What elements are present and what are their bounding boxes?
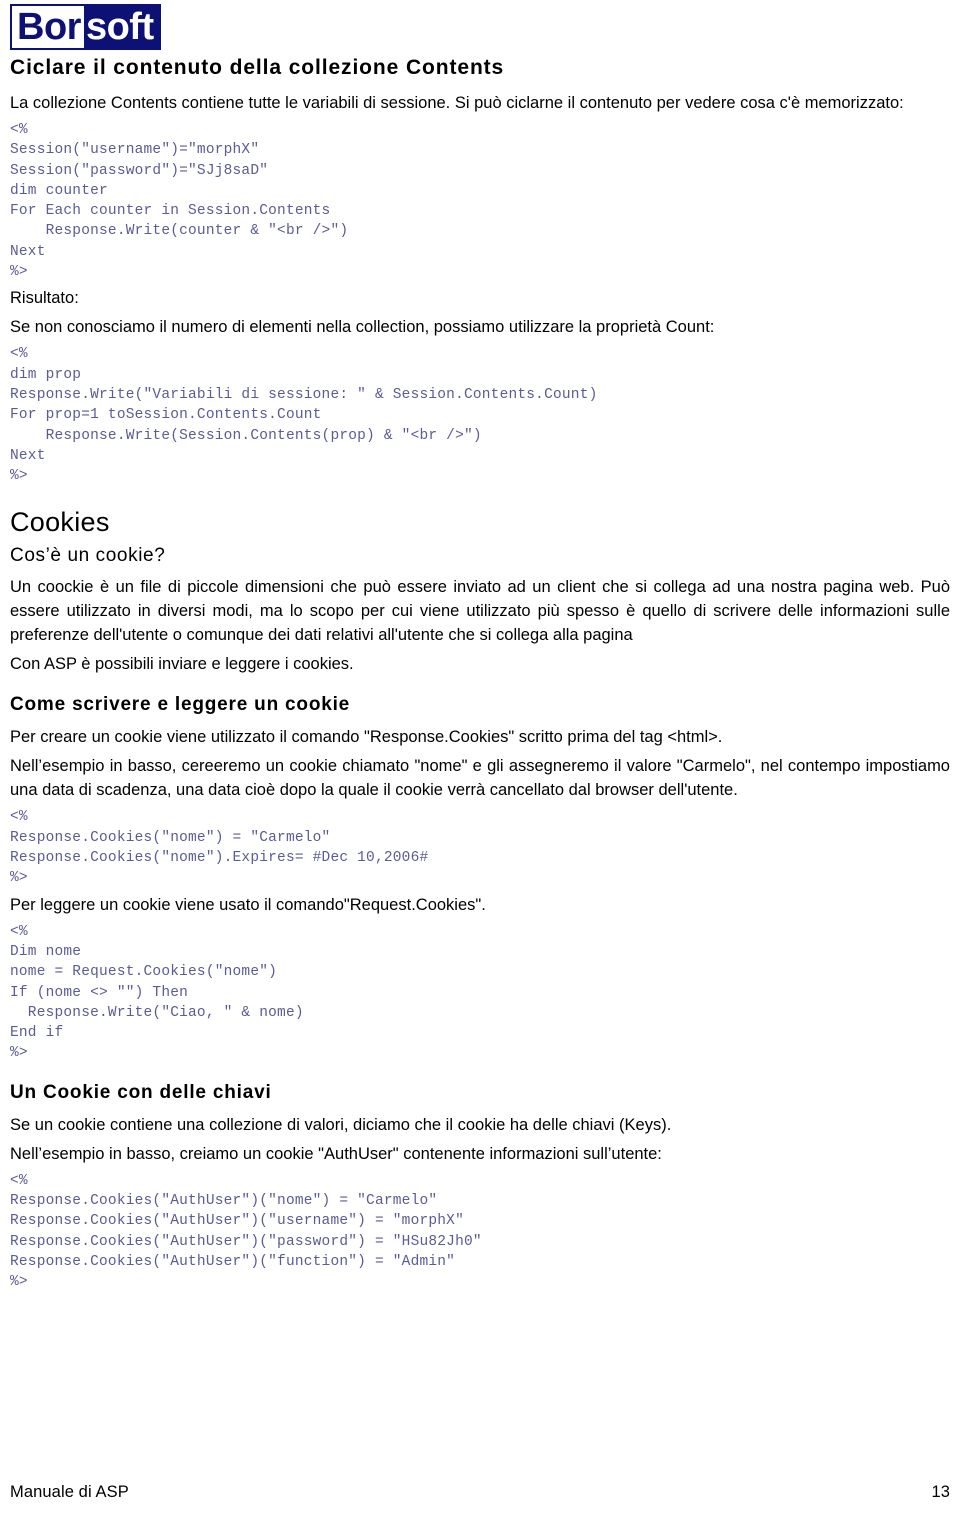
subheading-write-read-cookie: Come scrivere e leggere un cookie <box>10 694 351 716</box>
page-title: Ciclare il contenuto della collezione Co… <box>10 56 505 79</box>
cookie-definition-paragraph: Un coockie è un file di piccole dimensio… <box>10 578 950 645</box>
logo-text-soft: soft <box>83 4 161 50</box>
code-block-session-contents-count: <% dim prop Response.Write("Variabili di… <box>10 346 598 485</box>
read-cookie-paragraph: Per leggere un cookie viene usato il com… <box>10 895 486 914</box>
section-heading-cookies: Cookies <box>10 507 110 538</box>
logo-text-bor: Bor <box>10 4 84 50</box>
borsoft-logo: Bor soft <box>10 4 161 50</box>
footer-page-number: 13 <box>931 1483 950 1501</box>
code-block-session-contents-loop: <% Session("username")="morphX" Session(… <box>10 122 349 281</box>
document-content: Ciclare il contenuto della collezione Co… <box>10 55 950 1297</box>
footer-document-title: Manuale di ASP <box>10 1483 129 1501</box>
keys-paragraph-2: Nell’esempio in basso, creiamo un cookie… <box>10 1144 662 1163</box>
code-block-authuser-keys: <% Response.Cookies("AuthUser")("nome") … <box>10 1172 482 1291</box>
cookie-asp-paragraph: Con ASP è possibili inviare e leggere i … <box>10 655 354 674</box>
keys-paragraph-1: Se un cookie contiene una collezione di … <box>10 1115 672 1134</box>
intro-paragraph: La collezione Contents contiene tutte le… <box>10 94 904 112</box>
subheading-what-is-a-cookie: Cos’è un cookie? <box>10 545 166 567</box>
document-page: Bor soft Ciclare il contenuto della coll… <box>0 0 960 1518</box>
write-read-paragraph-1: Per creare un cookie viene utilizzato il… <box>10 728 723 747</box>
risultato-label: Risultato: <box>10 289 79 308</box>
code-block-response-cookies-expires: <% Response.Cookies("nome") = "Carmelo" … <box>10 809 429 887</box>
page-footer: Manuale di ASP 13 <box>10 1483 950 1502</box>
count-paragraph: Se non conosciamo il numero di elementi … <box>10 318 715 337</box>
write-read-paragraph-2: Nell’esempio in basso, cereeremo un cook… <box>10 757 950 800</box>
code-block-request-cookies-read: <% Dim nome nome = Request.Cookies("nome… <box>10 923 304 1062</box>
subheading-cookie-with-keys: Un Cookie con delle chiavi <box>10 1081 272 1103</box>
